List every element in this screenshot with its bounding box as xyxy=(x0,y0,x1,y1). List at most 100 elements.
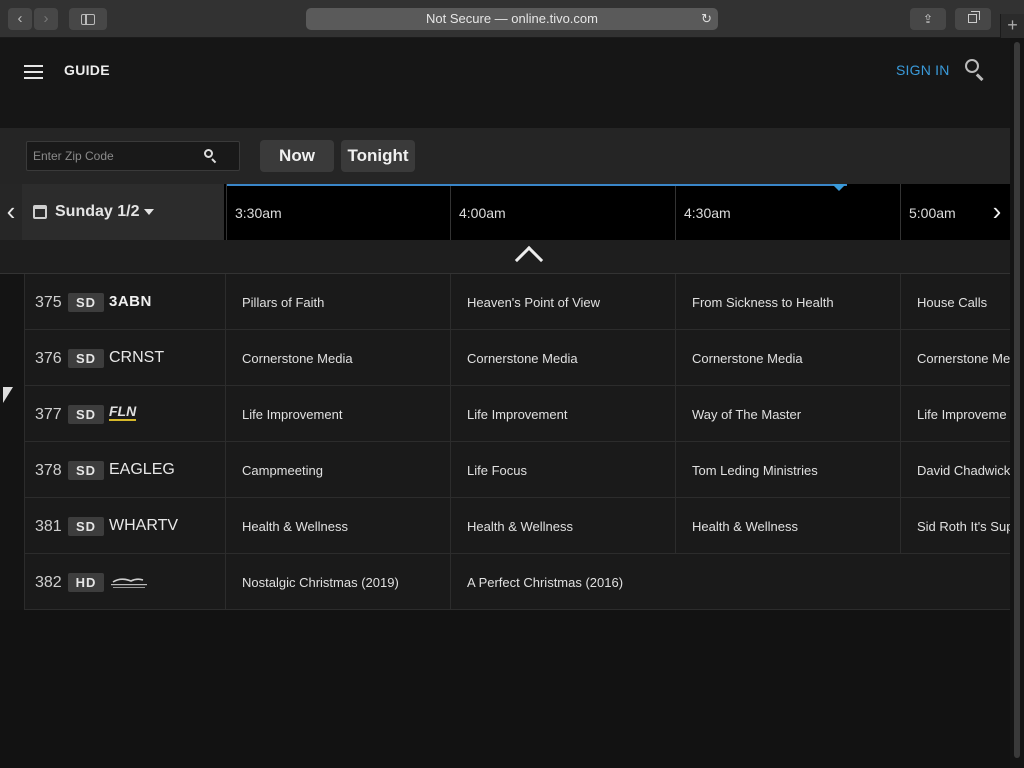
channel-row: 381 SD WHARTV Health & Wellness Health &… xyxy=(0,498,1010,554)
program-cell[interactable]: Life Improvement xyxy=(451,386,676,442)
quality-badge: SD xyxy=(68,349,104,368)
time-slot: 3:30am xyxy=(226,184,450,240)
guide-grid: 375 SD 3ABN Pillars of Faith Heaven's Po… xyxy=(0,274,1010,610)
program-cell[interactable]: Cornerstone Media xyxy=(226,330,451,386)
channel-cell[interactable]: 376 SD CRNST xyxy=(25,330,226,386)
channel-number: 381 xyxy=(35,518,62,535)
quality-badge: SD xyxy=(68,517,104,536)
channel-number: 376 xyxy=(35,350,62,367)
time-slot: 4:00am xyxy=(450,184,675,240)
program-cell[interactable]: Pillars of Faith xyxy=(226,274,451,330)
channel-cell[interactable]: 375 SD 3ABN xyxy=(25,274,226,330)
program-cell[interactable]: Way of The Master xyxy=(676,386,901,442)
date-picker[interactable]: Sunday 1/2 xyxy=(22,184,224,240)
channel-number: 377 xyxy=(35,406,62,423)
quality-badge: SD xyxy=(68,461,104,480)
channel-row: 375 SD 3ABN Pillars of Faith Heaven's Po… xyxy=(0,274,1010,330)
back-button[interactable]: ‹ xyxy=(8,8,32,30)
current-time-line xyxy=(227,184,847,186)
show-tabs-button[interactable] xyxy=(955,8,991,30)
channel-number: 382 xyxy=(35,574,62,591)
program-cell[interactable]: Campmeeting xyxy=(226,442,451,498)
now-button[interactable]: Now xyxy=(260,140,334,172)
program-cell[interactable]: Heaven's Point of View xyxy=(451,274,676,330)
channel-number: 375 xyxy=(35,294,62,311)
next-time-button[interactable]: › xyxy=(984,184,1010,240)
mouse-cursor xyxy=(3,387,13,403)
program-cell[interactable]: Cornerstone Me xyxy=(901,330,1010,386)
program-cell[interactable]: House Calls xyxy=(901,274,1010,330)
channel-name: WHARTV xyxy=(109,517,179,534)
time-slot: 5:00am xyxy=(900,184,984,240)
quality-badge: HD xyxy=(68,573,104,592)
channel-row: 382 HD Nostalgic Christmas (2019) A Perf… xyxy=(0,554,1010,610)
channel-row: 377 SD FLN Life Improvement Life Improve… xyxy=(0,386,1010,442)
current-time-marker xyxy=(832,184,846,191)
previous-time-button[interactable]: ‹ xyxy=(0,184,22,240)
program-cell[interactable]: David Chadwick xyxy=(901,442,1010,498)
time-slot: 4:30am xyxy=(675,184,900,240)
chevron-up-icon[interactable] xyxy=(514,245,544,275)
quality-badge: SD xyxy=(68,405,104,424)
menu-icon[interactable] xyxy=(24,65,43,79)
page-scrollbar[interactable] xyxy=(1010,38,1024,768)
program-cell[interactable]: Tom Leding Ministries xyxy=(676,442,901,498)
plus-icon: + xyxy=(1007,15,1018,35)
date-label: Sunday 1/2 xyxy=(55,203,140,220)
chevron-right-icon: › xyxy=(992,196,1002,226)
program-cell[interactable]: Life Improvement xyxy=(226,386,451,442)
chevron-left-icon: ‹ xyxy=(17,10,23,27)
hallmark-movies-logo xyxy=(111,578,147,588)
page-content: GUIDE SIGN IN Now Tonight ‹ Sunday 1/2 3… xyxy=(0,38,1010,768)
channel-row: 376 SD CRNST Cornerstone Media Cornersto… xyxy=(0,330,1010,386)
fln-logo: FLN xyxy=(109,403,137,421)
collapse-bar[interactable] xyxy=(0,240,1010,275)
sign-in-link[interactable]: SIGN IN xyxy=(896,62,950,78)
sidebar-icon xyxy=(81,14,95,25)
scrollbar-thumb[interactable] xyxy=(1014,42,1020,758)
channel-cell[interactable]: 381 SD WHARTV xyxy=(25,498,226,554)
caret-down-icon xyxy=(144,209,154,215)
share-icon: ⇪ xyxy=(922,12,934,26)
new-tab-button[interactable]: + xyxy=(1000,14,1024,38)
channel-number: 378 xyxy=(35,462,62,479)
3abn-logo: 3ABN xyxy=(109,293,152,310)
reload-icon[interactable]: ↻ xyxy=(701,8,712,30)
zip-code-field[interactable] xyxy=(26,141,240,171)
program-cell[interactable]: A Perfect Christmas (2016) xyxy=(451,554,1010,610)
timeline-header: ‹ Sunday 1/2 3:30am 4:00am 4:30am 5:00am… xyxy=(0,184,1010,240)
program-cell[interactable]: Nostalgic Christmas (2019) xyxy=(226,554,451,610)
chevron-left-icon: ‹ xyxy=(6,196,16,226)
program-cell[interactable]: Health & Wellness xyxy=(451,498,676,554)
channel-cell[interactable]: 377 SD FLN xyxy=(25,386,226,442)
channel-name: CRNST xyxy=(109,349,165,366)
app-header: GUIDE SIGN IN xyxy=(0,38,1010,128)
program-cell[interactable]: Life Focus xyxy=(451,442,676,498)
address-bar[interactable]: Not Secure — online.tivo.com ↻ xyxy=(306,8,718,30)
program-cell[interactable]: Health & Wellness xyxy=(226,498,451,554)
share-button[interactable]: ⇪ xyxy=(910,8,946,30)
channel-name: EAGLEG xyxy=(109,461,175,478)
channel-row: 378 SD EAGLEG Campmeeting Life Focus Tom… xyxy=(0,442,1010,498)
url-text: Not Secure — online.tivo.com xyxy=(426,11,598,26)
program-cell[interactable]: Cornerstone Media xyxy=(451,330,676,386)
zip-search-icon[interactable] xyxy=(203,148,219,164)
program-cell[interactable]: Cornerstone Media xyxy=(676,330,901,386)
program-cell[interactable]: Life Improveme xyxy=(901,386,1010,442)
calendar-icon xyxy=(33,205,47,219)
page-title: GUIDE xyxy=(64,62,110,78)
chevron-right-icon: › xyxy=(43,10,49,27)
browser-toolbar: ‹ › Not Secure — online.tivo.com ↻ ⇪ + xyxy=(0,0,1024,38)
program-cell[interactable]: Health & Wellness xyxy=(676,498,901,554)
zip-code-input[interactable] xyxy=(33,146,193,166)
filter-bar: Now Tonight xyxy=(0,128,1010,184)
tonight-button[interactable]: Tonight xyxy=(341,140,415,172)
program-cell[interactable]: From Sickness to Health xyxy=(676,274,901,330)
quality-badge: SD xyxy=(68,293,104,312)
channel-cell[interactable]: 378 SD EAGLEG xyxy=(25,442,226,498)
channel-cell[interactable]: 382 HD xyxy=(25,554,226,610)
program-cell[interactable]: Sid Roth It's Sup xyxy=(901,498,1010,554)
search-icon[interactable] xyxy=(964,58,986,81)
sidebar-toggle-button[interactable] xyxy=(69,8,107,30)
forward-button[interactable]: › xyxy=(34,8,58,30)
